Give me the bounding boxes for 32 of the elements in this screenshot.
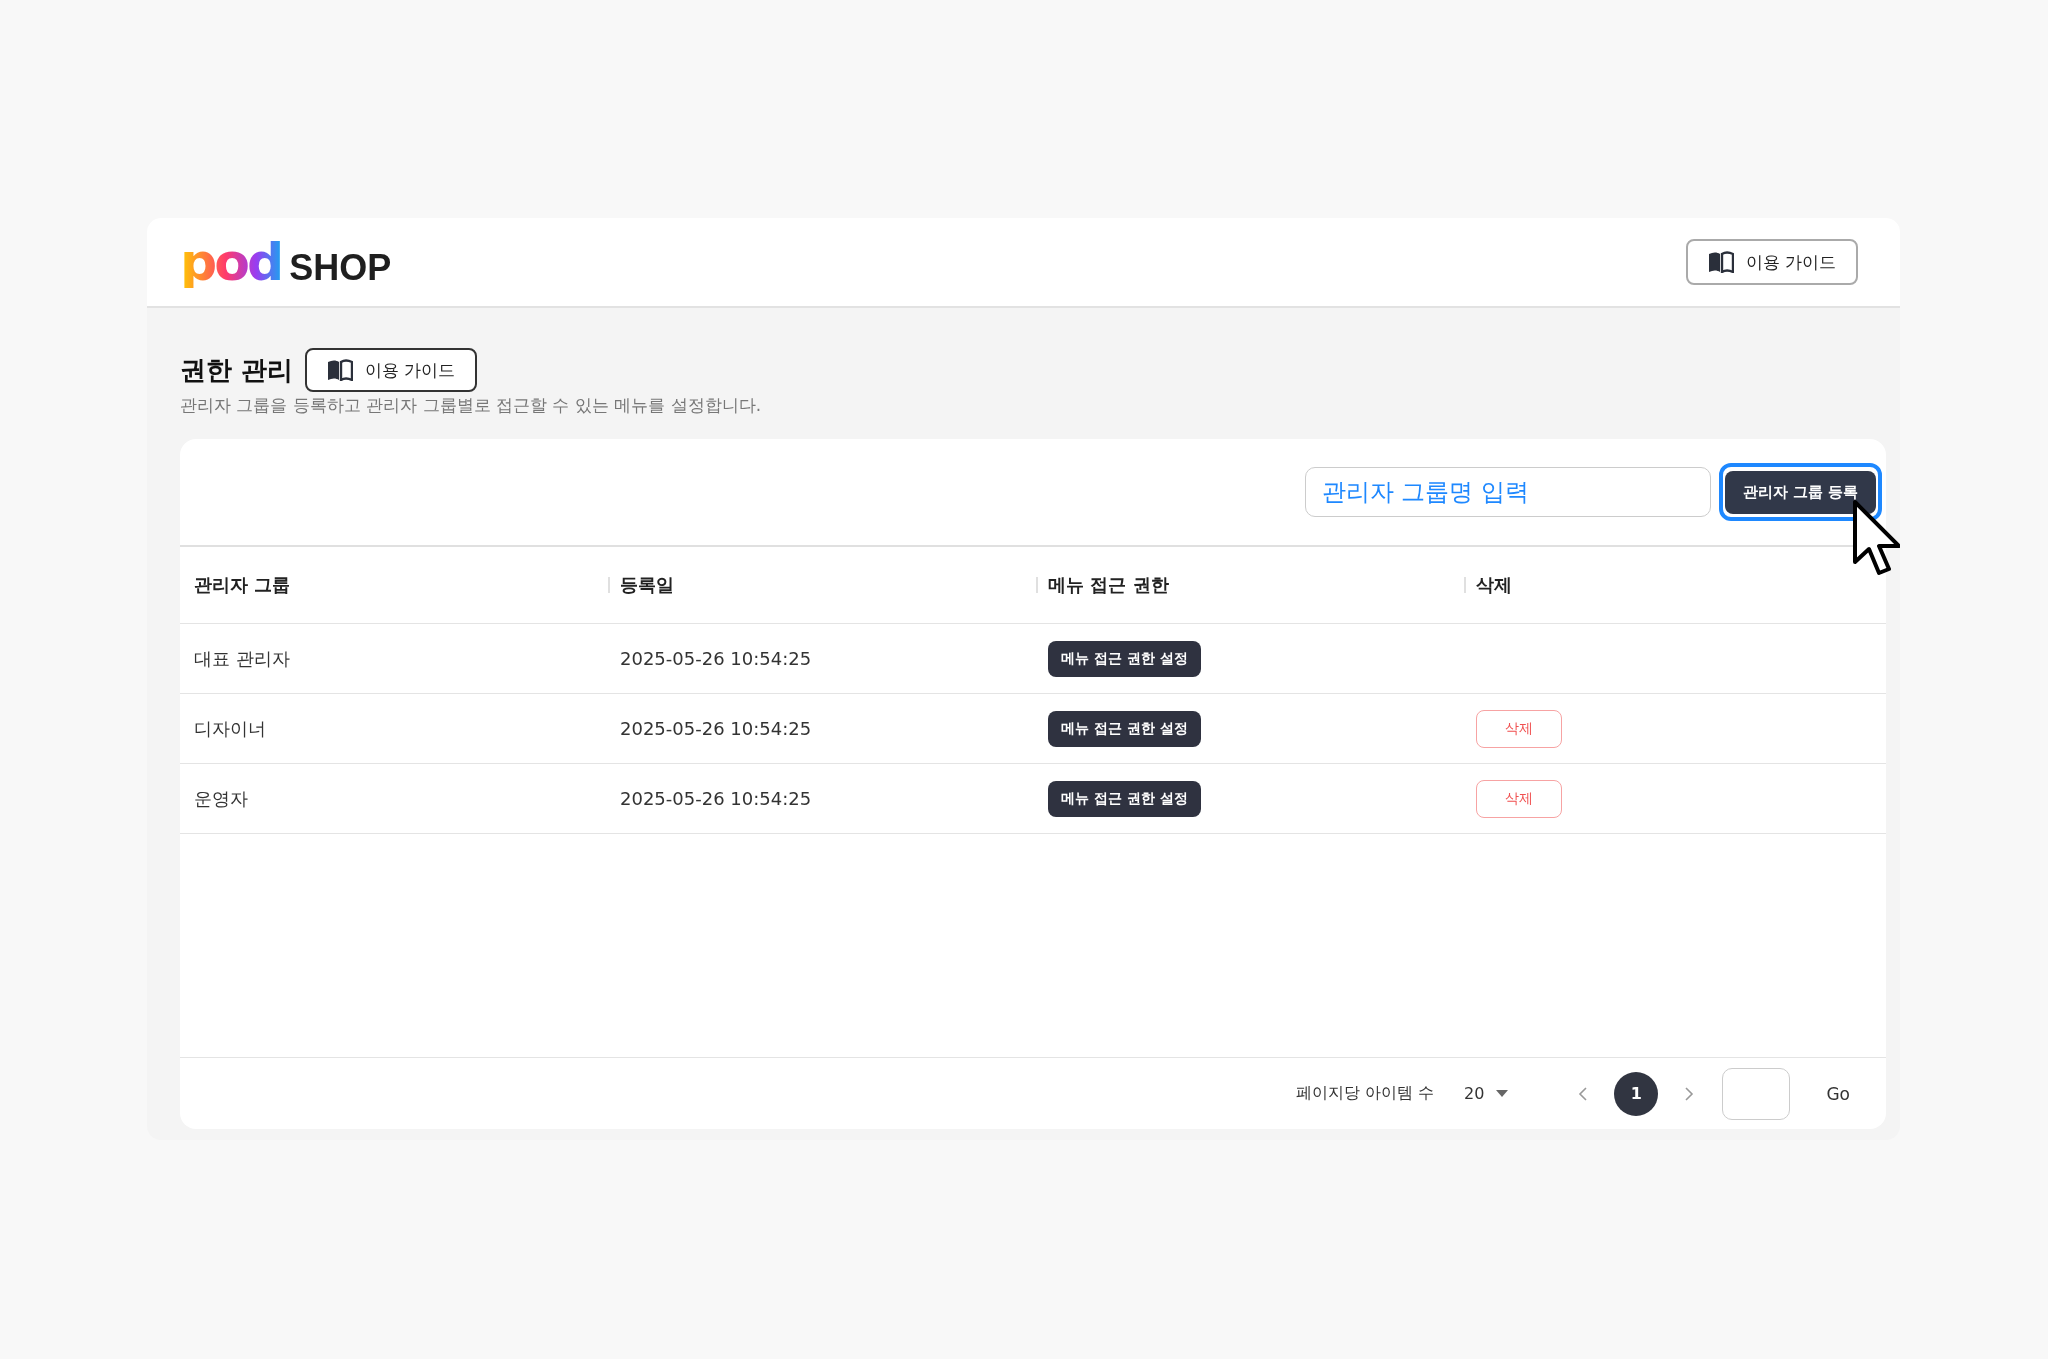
permission-button[interactable]: 메뉴 접근 권한 설정 [1048,640,1201,677]
table-cell: 운영자 [194,786,248,811]
page-number-field[interactable] [1722,1067,1791,1120]
column-header: 등록일 [608,547,1036,624]
book-icon [1707,251,1734,273]
page-title: 권한 관리 [180,353,294,387]
column-header: 메뉴 접근 권한 [1036,547,1464,624]
chevron-right-icon [1684,1085,1695,1102]
column-header: 관리자 그룹 [180,547,608,624]
table-cell: 2025-05-26 10:54:25 [620,788,812,809]
permission-button[interactable]: 메뉴 접근 권한 설정 [1048,780,1201,817]
page-button[interactable]: 1 [1614,1071,1659,1116]
per-page-label: 페이지당 아이템 수 [1295,1083,1435,1104]
go-button[interactable]: Go [1820,1082,1856,1105]
table-cell: 2025-05-26 10:54:25 [620,648,812,669]
table-cell: 대표 관리자 [194,646,290,671]
search-field[interactable]: 관리자 그룹명 입력 [1304,467,1711,517]
delete-button[interactable]: 삭제 [1476,779,1562,818]
delete-button[interactable]: 삭제 [1476,709,1562,748]
table-cell: 2025-05-26 10:54:25 [620,718,812,739]
permission-button[interactable]: 메뉴 접근 권한 설정 [1048,710,1201,747]
logo[interactable]: pod SHOP [180,235,392,289]
guide-button[interactable]: 이용 가이드 [305,348,478,392]
column-header: 삭제 [1464,547,1886,624]
add-group-button[interactable]: 관리자 그룹 등록 [1718,463,1882,521]
book-icon [327,359,354,381]
table-cell: 디자이너 [194,716,266,741]
page-description: 관리자 그룹을 등록하고 관리자 그룹별로 접근할 수 있는 메뉴를 설정합니다. [180,394,763,417]
guide-button[interactable]: 이용 가이드 [1685,239,1858,285]
chevron-left-icon [1578,1085,1589,1102]
caret-icon [1496,1090,1509,1097]
per-page-select[interactable]: 20 [1458,1083,1515,1104]
